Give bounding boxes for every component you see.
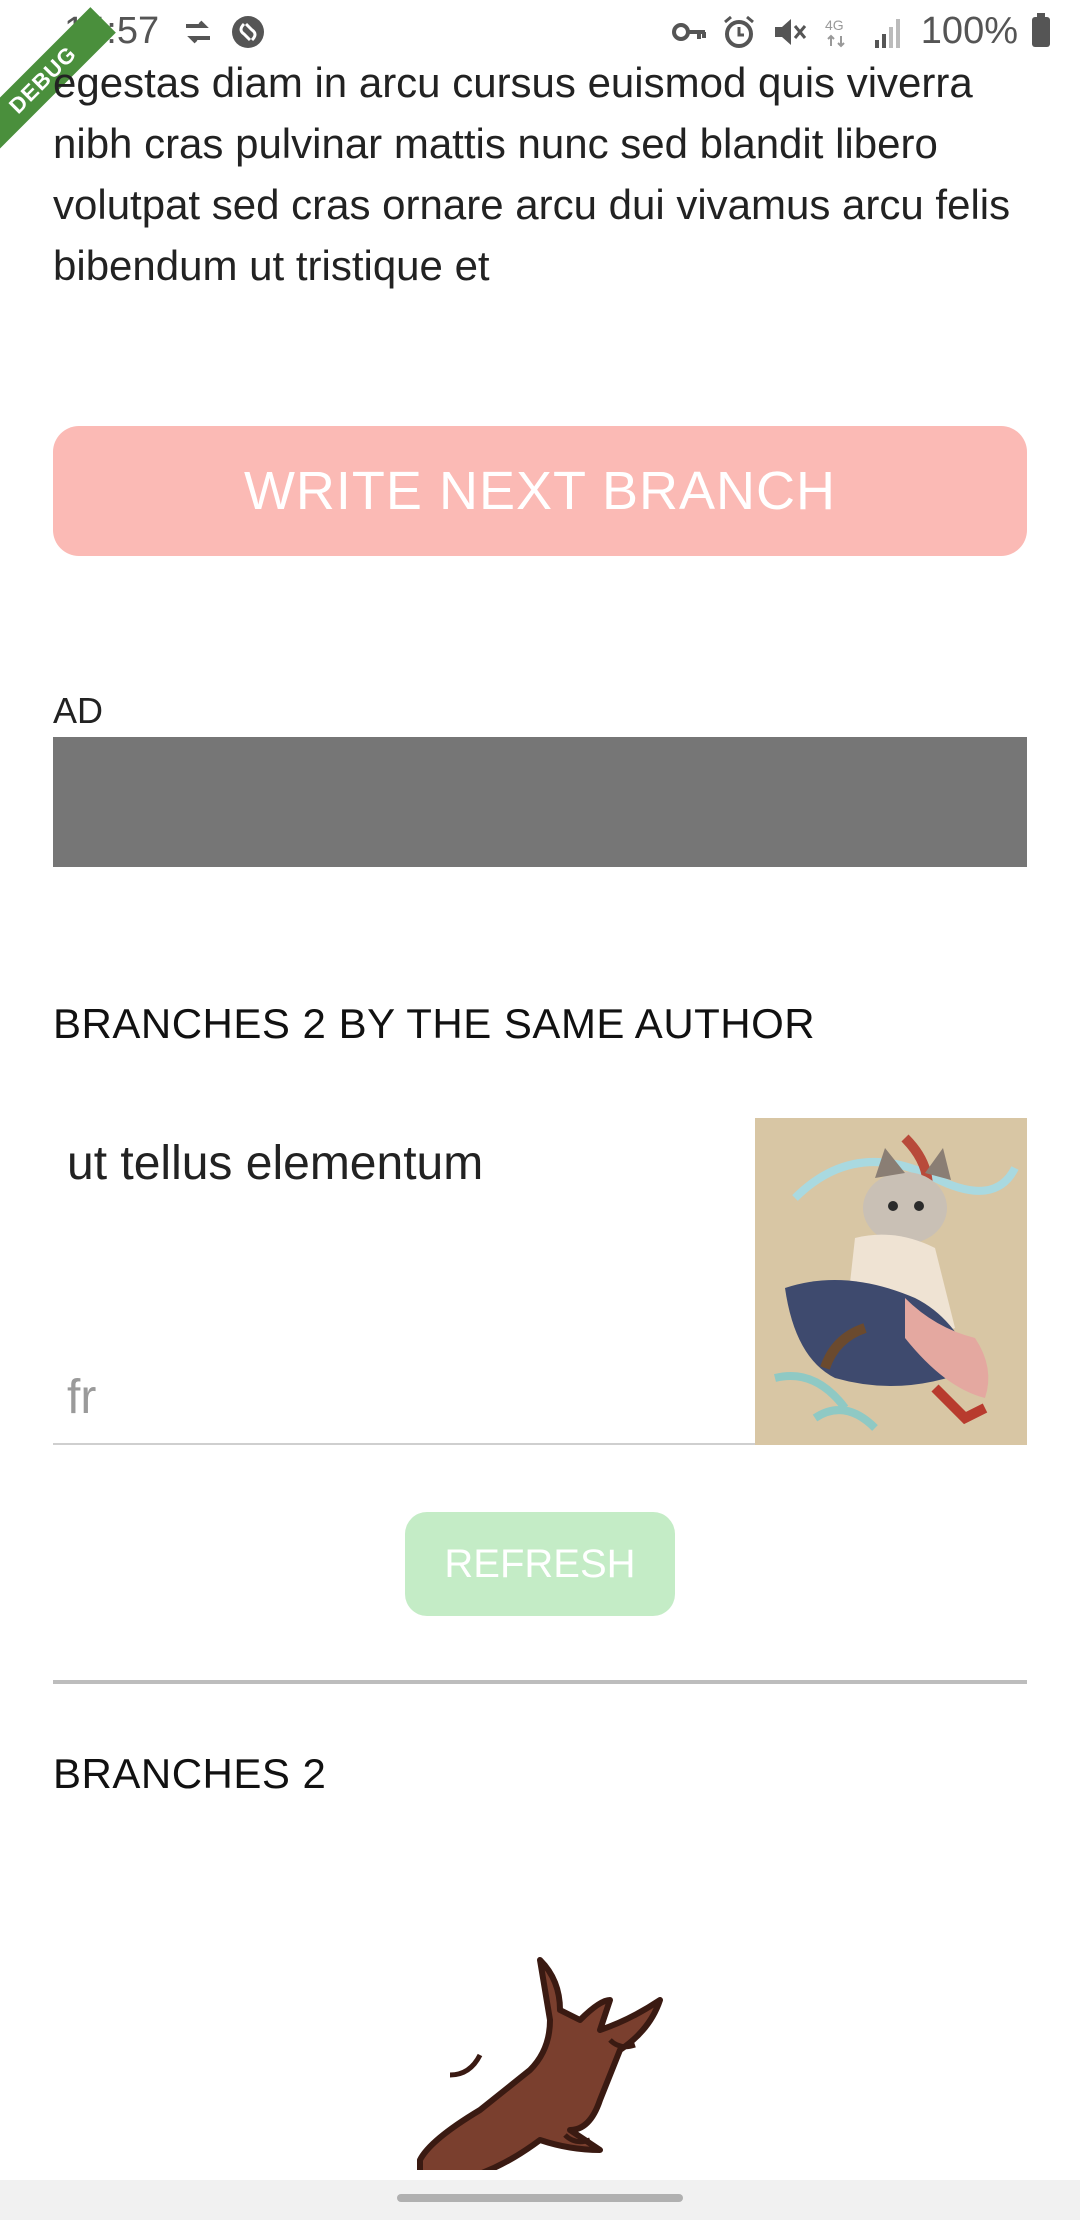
write-next-branch-button[interactable]: WRITE NEXT BRANCH	[53, 426, 1027, 556]
system-navigation-bar	[0, 2180, 1080, 2220]
branch-card-language: fr	[67, 1371, 97, 1424]
branch-card-title: ut tellus elementum	[67, 1137, 484, 1190]
status-right: 4G 100%	[671, 10, 1050, 53]
branch-icon	[417, 1957, 663, 2170]
card-underline	[53, 1443, 757, 1445]
battery-percent: 100%	[920, 10, 1018, 52]
status-left-icons	[180, 14, 266, 50]
alarm-icon	[723, 15, 754, 48]
svg-text:4G: 4G	[825, 17, 844, 33]
vpn-key-icon	[671, 22, 706, 41]
section-divider	[53, 1680, 1027, 1684]
shazam-icon	[232, 16, 264, 48]
ad-label: AD	[53, 690, 104, 731]
branch-card[interactable]: ut tellus elementum fr	[53, 1118, 1027, 1445]
signal-icon	[874, 18, 900, 48]
ad-banner[interactable]	[53, 737, 1027, 867]
network-4g-icon: 4G	[825, 17, 845, 47]
branches-section-title: BRANCHES 2	[53, 1750, 327, 1797]
same-author-section-title: BRANCHES 2 BY THE SAME AUTHOR	[53, 1000, 816, 1047]
home-gesture-handle[interactable]	[397, 2194, 683, 2202]
sync-icon	[186, 20, 210, 44]
refresh-button[interactable]: REFRESH	[405, 1512, 675, 1616]
mute-icon	[774, 18, 806, 45]
branch-card-cover-image	[755, 1118, 1027, 1445]
story-text: egestas diam in arcu cursus euismod quis…	[53, 59, 1011, 289]
battery-icon	[1032, 12, 1050, 47]
